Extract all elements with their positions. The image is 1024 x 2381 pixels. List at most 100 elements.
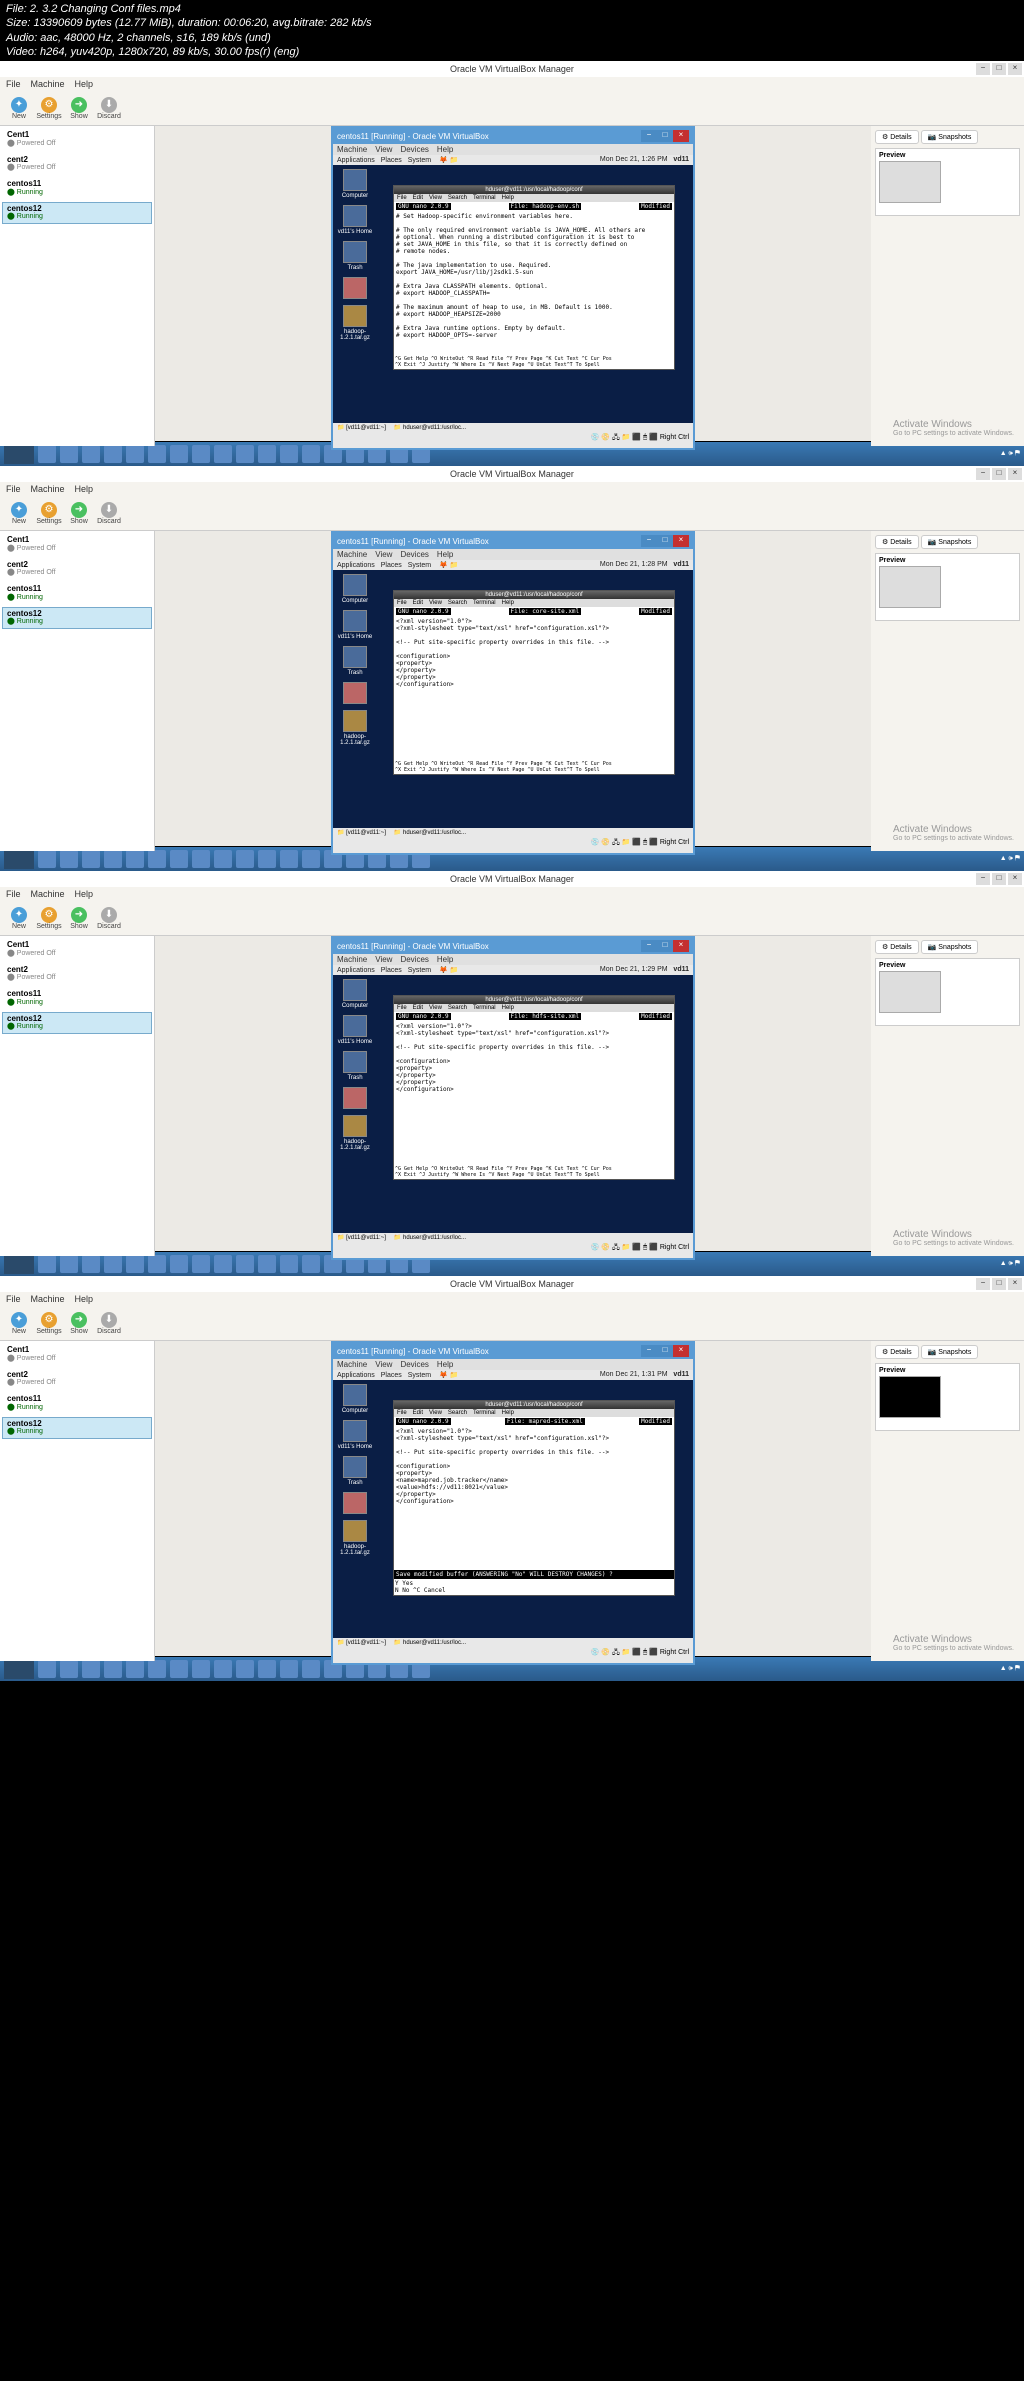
taskbar-icon[interactable]	[148, 1660, 166, 1678]
guest-maximize[interactable]: □	[657, 940, 673, 952]
taskbar-icon[interactable]	[302, 1660, 320, 1678]
editor-content[interactable]: <?xml version="1.0"?> <?xml-stylesheet t…	[394, 616, 674, 760]
show-button[interactable]: ➜Show	[66, 502, 92, 525]
gnome-panel[interactable]: ApplicationsPlacesSystem 🦊 📁 Mon Dec 21,…	[333, 1370, 693, 1380]
menu-help[interactable]: Help	[75, 79, 94, 89]
desktop-icon-computer[interactable]: Computer	[337, 574, 373, 604]
menu-help[interactable]: Help	[75, 1294, 94, 1304]
details-tab[interactable]: ⚙ Details	[875, 940, 919, 954]
vm-item[interactable]: centos11 ⬤ Running	[2, 177, 152, 199]
details-tab[interactable]: ⚙ Details	[875, 1345, 919, 1359]
taskbar-icon[interactable]	[82, 850, 100, 868]
desktop-icon-computer[interactable]: Computer	[337, 979, 373, 1009]
taskbar-icon[interactable]	[60, 445, 78, 463]
start-button[interactable]	[4, 1659, 34, 1679]
taskbar-icon[interactable]	[126, 1660, 144, 1678]
vbox-menubar[interactable]: File Machine Help	[0, 1292, 1024, 1306]
gnome-taskbar[interactable]: 📁 [vd11@vd11:~]📁 hduser@vd11:/usr/loc...	[333, 1233, 693, 1242]
new-button[interactable]: ✦New	[6, 502, 32, 525]
taskbar-icon[interactable]	[82, 1255, 100, 1273]
close-button[interactable]: ×	[1008, 1278, 1022, 1290]
taskbar-icon[interactable]	[82, 445, 100, 463]
menu-file[interactable]: File	[6, 1294, 21, 1304]
guest-menubar[interactable]: MachineViewDevicesHelp	[333, 144, 693, 155]
taskbar-icon[interactable]	[214, 445, 232, 463]
guest-close[interactable]: ×	[673, 940, 689, 952]
taskbar-icon[interactable]	[280, 445, 298, 463]
details-tab[interactable]: ⚙ Details	[875, 130, 919, 144]
snapshots-tab[interactable]: 📷 Snapshots	[921, 1345, 979, 1359]
desktop[interactable]: Computer vd11's Home Trash hadoop-1.2.1.…	[333, 1380, 693, 1638]
terminal-menu[interactable]: FileEditViewSearchTerminalHelp	[394, 1004, 674, 1012]
vm-item[interactable]: centos11 ⬤ Running	[2, 987, 152, 1009]
details-tab[interactable]: ⚙ Details	[875, 535, 919, 549]
settings-button[interactable]: ⚙Settings	[36, 1312, 62, 1335]
desktop-icon-trash[interactable]: Trash	[337, 1456, 373, 1486]
start-button[interactable]	[4, 849, 34, 869]
taskbar-icon[interactable]	[214, 850, 232, 868]
gnome-taskbar[interactable]: 📁 [vd11@vd11:~]📁 hduser@vd11:/usr/loc...	[333, 1638, 693, 1647]
vbox-menubar[interactable]: FileMachineHelp	[0, 77, 1024, 91]
taskbar-icon[interactable]	[170, 445, 188, 463]
guest-menubar[interactable]: MachineViewDevicesHelp	[333, 954, 693, 965]
menu-machine[interactable]: Machine	[31, 1294, 65, 1304]
desktop-icon-trash[interactable]: Trash	[337, 646, 373, 676]
editor-content[interactable]: # Set Hadoop-specific environment variab…	[394, 211, 674, 355]
maximize-button[interactable]: □	[992, 468, 1006, 480]
taskbar-icon[interactable]	[280, 1660, 298, 1678]
taskbar-icon[interactable]	[126, 1255, 144, 1273]
editor-content[interactable]: <?xml version="1.0"?> <?xml-stylesheet t…	[394, 1426, 674, 1570]
desktop[interactable]: Computer vd11's Home Trash hadoop-1.2.1.…	[333, 570, 693, 828]
terminal-window[interactable]: hduser@vd11:/usr/local/hadoop/conf FileE…	[393, 590, 675, 775]
guest-close[interactable]: ×	[673, 535, 689, 547]
taskbar-icon[interactable]	[126, 445, 144, 463]
discard-button[interactable]: ⬇Discard	[96, 502, 122, 525]
show-button[interactable]: ➜Show	[66, 97, 92, 120]
discard-button[interactable]: ⬇Discard	[96, 97, 122, 120]
menu-machine[interactable]: Machine	[31, 889, 65, 899]
vm-item[interactable]: centos11 ⬤ Running	[2, 1392, 152, 1414]
vm-item[interactable]: centos12 ⬤ Running	[2, 607, 152, 629]
desktop-icon[interactable]	[337, 682, 373, 704]
guest-minimize[interactable]: −	[641, 130, 657, 142]
guest-menubar[interactable]: MachineViewDevicesHelp	[333, 1359, 693, 1370]
taskbar-icon[interactable]	[104, 1660, 122, 1678]
guest-maximize[interactable]: □	[657, 130, 673, 142]
taskbar-icon[interactable]	[38, 445, 56, 463]
taskbar-icon[interactable]	[302, 445, 320, 463]
taskbar-icon[interactable]	[148, 445, 166, 463]
taskbar-icon[interactable]	[38, 1255, 56, 1273]
taskbar-icon[interactable]	[148, 1255, 166, 1273]
gnome-taskbar[interactable]: 📁 [vd11@vd11:~]📁 hduser@vd11:/usr/loc...	[333, 423, 693, 432]
taskbar-icon[interactable]	[214, 1255, 232, 1273]
vm-item[interactable]: cent2 ⬤ Powered Off	[2, 1368, 152, 1390]
start-button[interactable]	[4, 1254, 34, 1274]
vbox-menubar[interactable]: FileMachineHelp	[0, 887, 1024, 901]
maximize-button[interactable]: □	[992, 1278, 1006, 1290]
vm-item[interactable]: cent2 ⬤ Powered Off	[2, 153, 152, 175]
taskbar-icon[interactable]	[60, 850, 78, 868]
menu-machine[interactable]: Machine	[31, 79, 65, 89]
taskbar-icon[interactable]	[302, 1255, 320, 1273]
maximize-button[interactable]: □	[992, 63, 1006, 75]
new-button[interactable]: ✦New	[6, 1312, 32, 1335]
show-button[interactable]: ➜Show	[66, 907, 92, 930]
guest-maximize[interactable]: □	[657, 535, 673, 547]
desktop[interactable]: Computer vd11's Home Trash hadoop-1.2.1.…	[333, 975, 693, 1233]
desktop-icon-home[interactable]: vd11's Home	[337, 1015, 373, 1045]
guest-menubar[interactable]: MachineViewDevicesHelp	[333, 549, 693, 560]
taskbar-icon[interactable]	[38, 850, 56, 868]
desktop-icon-trash[interactable]: Trash	[337, 241, 373, 271]
vm-item[interactable]: cent2 ⬤ Powered Off	[2, 558, 152, 580]
taskbar-icon[interactable]	[60, 1255, 78, 1273]
desktop-icon-home[interactable]: vd11's Home	[337, 610, 373, 640]
editor-content[interactable]: <?xml version="1.0"?> <?xml-stylesheet t…	[394, 1021, 674, 1165]
taskbar-icon[interactable]	[170, 850, 188, 868]
terminal-window[interactable]: hduser@vd11:/usr/local/hadoop/conf FileE…	[393, 185, 675, 370]
desktop-icon-hadoop[interactable]: hadoop-1.2.1.tar.gz	[337, 1115, 373, 1151]
vm-item[interactable]: centos12 ⬤ Running	[2, 1417, 152, 1439]
desktop-icon-hadoop[interactable]: hadoop-1.2.1.tar.gz	[337, 710, 373, 746]
new-button[interactable]: ✦New	[6, 97, 32, 120]
snapshots-tab[interactable]: 📷 Snapshots	[921, 130, 979, 144]
settings-button[interactable]: ⚙Settings	[36, 97, 62, 120]
